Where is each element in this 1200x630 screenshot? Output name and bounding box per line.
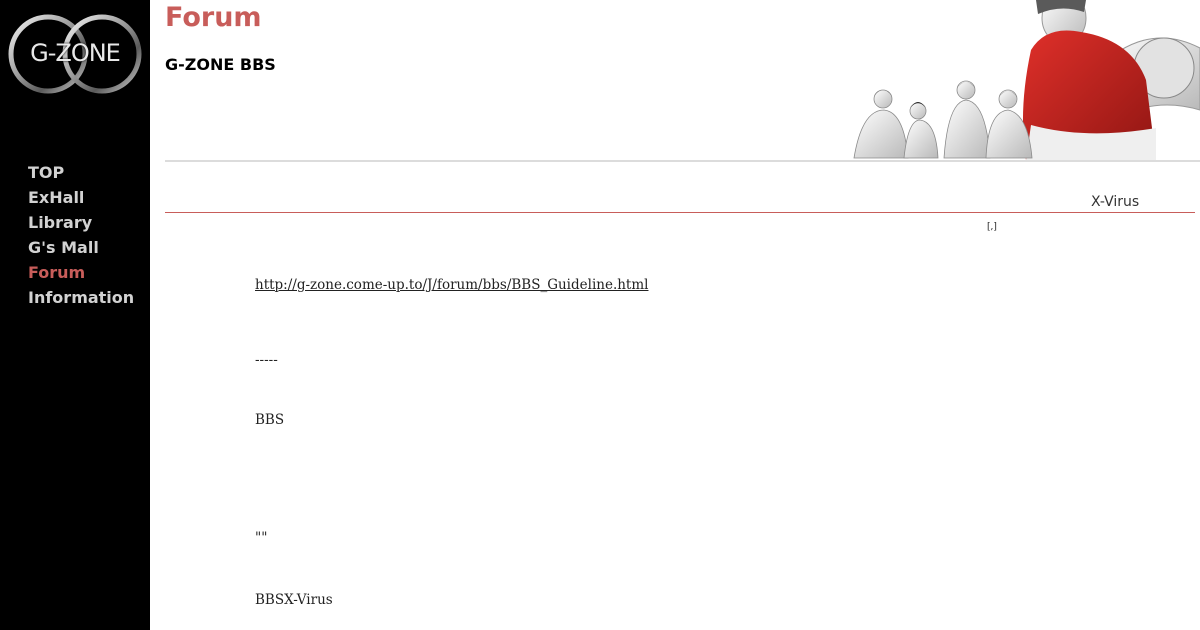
nav-item-forum[interactable]: Forum	[28, 260, 134, 285]
sidebar: G-ZONE TOP ExHall Library G's Mall Forum…	[0, 0, 150, 630]
nav-item-gs-mall[interactable]: G's Mall	[28, 235, 134, 260]
page-title: Forum	[165, 2, 262, 33]
bbs-text: BBS	[255, 412, 285, 428]
section-label: X-Virus	[1091, 194, 1140, 210]
nav-item-top[interactable]: TOP	[28, 160, 134, 185]
dashes-text: -----	[255, 352, 278, 368]
logo[interactable]: G-ZONE	[8, 12, 142, 96]
section-divider	[165, 212, 1195, 213]
page-subtitle: G-ZONE BBS	[165, 55, 276, 74]
nav-item-exhall[interactable]: ExHall	[28, 185, 134, 210]
guideline-paragraph: http://g-zone.come-up.to/J/forum/bbs/BBS…	[255, 277, 648, 293]
header-divider	[165, 160, 1200, 162]
bbs-xvirus-text: BBSX-Virus	[255, 592, 333, 608]
bbs-guideline-link[interactable]: http://g-zone.come-up.to/J/forum/bbs/BBS…	[255, 277, 648, 293]
nav-item-library[interactable]: Library	[28, 210, 134, 235]
main-nav: TOP ExHall Library G's Mall Forum Inform…	[28, 160, 134, 310]
header-banner-image	[853, 0, 1200, 160]
nav-item-information[interactable]: Information	[28, 285, 134, 310]
logo-text: G-ZONE	[30, 39, 121, 67]
section-small-mark: [,]	[987, 222, 997, 232]
quotes-text: ""	[255, 530, 268, 546]
